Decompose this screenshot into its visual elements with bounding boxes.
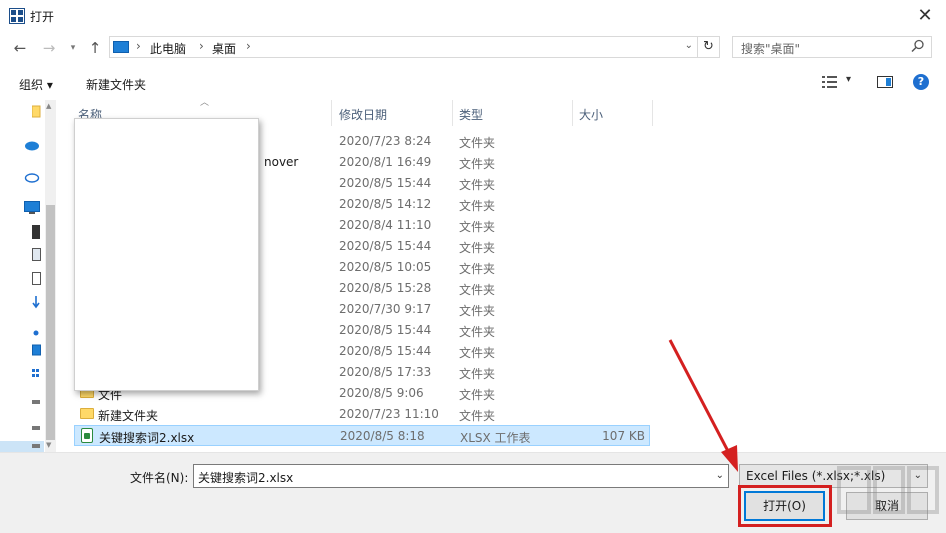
file-type: 文件夹 [459, 262, 496, 276]
search-input[interactable]: 搜索"桌面" [732, 36, 932, 58]
view-options-icon[interactable] [822, 75, 838, 89]
search-icon [911, 39, 924, 53]
onedrive-cloud-icon[interactable] [24, 138, 40, 152]
file-type: 文件夹 [459, 409, 496, 423]
app-grid-icon [9, 8, 25, 24]
file-date: 2020/8/4 11:10 [339, 218, 432, 232]
filename-label: 文件名(N): [130, 471, 189, 485]
this-pc-icon[interactable] [24, 201, 40, 215]
file-date: 2020/7/30 9:17 [339, 302, 432, 316]
file-name: nover [264, 155, 299, 169]
column-divider[interactable] [452, 100, 453, 126]
refresh-icon[interactable]: ↻ [698, 36, 720, 58]
file-date: 2020/8/5 15:28 [339, 281, 432, 295]
cloud-sync-icon[interactable] [24, 170, 40, 184]
window-title: 打开 [30, 10, 55, 24]
back-arrow-icon[interactable]: ← [11, 39, 29, 57]
breadcrumb-separator-icon[interactable]: › [199, 39, 204, 53]
file-date: 2020/7/23 11:10 [339, 407, 439, 421]
file-type: XLSX 工作表 [460, 431, 531, 445]
scroll-down-arrow-icon[interactable]: ▼ [46, 441, 51, 449]
file-type: 文件夹 [459, 283, 496, 297]
file-type: 文件夹 [459, 220, 496, 234]
file-type: 文件夹 [459, 388, 496, 402]
column-divider[interactable] [652, 100, 653, 126]
xlsx-file-icon [81, 428, 93, 443]
computer-icon [113, 41, 129, 53]
file-row[interactable]: 新建文件夹 2020/7/23 11:10 文件夹 [74, 404, 650, 425]
file-type: 文件夹 [459, 178, 496, 192]
file-type: 文件夹 [459, 346, 496, 360]
file-date: 2020/8/5 8:18 [340, 429, 425, 443]
file-type: 文件夹 [459, 136, 496, 150]
forward-arrow-icon[interactable]: → [40, 39, 58, 57]
file-type: 文件夹 [459, 199, 496, 213]
help-icon[interactable]: ? [913, 74, 929, 90]
file-date: 2020/8/5 15:44 [339, 239, 432, 253]
folder-icon [80, 408, 94, 419]
file-type: 文件夹 [459, 325, 496, 339]
file-date: 2020/8/5 9:06 [339, 386, 424, 400]
breadcrumb-this-pc[interactable]: 此电脑 [150, 40, 186, 57]
file-date: 2020/8/1 16:49 [339, 155, 432, 169]
column-divider[interactable] [572, 100, 573, 126]
search-placeholder: 搜索"桌面" [741, 42, 801, 56]
file-date: 2020/8/5 14:12 [339, 197, 432, 211]
file-name: 新建文件夹 [98, 409, 159, 423]
file-row[interactable]: 关键搜索词2.xlsx 2020/8/5 8:18 XLSX 工作表 107 KB [74, 425, 650, 446]
file-type: 文件夹 [459, 241, 496, 255]
command-toolbar: 组织 ▾ 新建文件夹 [0, 66, 946, 100]
breadcrumb-separator-icon[interactable]: › [136, 39, 141, 53]
title-bar: 打开 ✕ [0, 0, 946, 32]
file-date: 2020/7/23 8:24 [339, 134, 432, 148]
file-date: 2020/8/5 15:44 [339, 176, 432, 190]
filename-value[interactable]: 关键搜索词2.xlsx [198, 469, 293, 486]
open-button-highlight-box [738, 485, 832, 527]
file-type: 文件夹 [459, 157, 496, 171]
file-size: 107 KB [602, 429, 645, 443]
file-type: 文件夹 [459, 367, 496, 381]
address-dropdown-icon[interactable]: ⌄ [685, 40, 693, 51]
nav-scrollbar-thumb[interactable] [46, 205, 55, 440]
filename-dropdown-icon[interactable]: ⌄ [716, 470, 724, 481]
watermark-logo-icon [837, 466, 939, 514]
breadcrumb-desktop[interactable]: 桌面 [212, 40, 236, 57]
organize-menu[interactable]: 组织 ▾ [19, 76, 53, 93]
column-divider[interactable] [331, 100, 332, 126]
file-date: 2020/8/5 17:33 [339, 365, 432, 379]
file-date: 2020/8/5 10:05 [339, 260, 432, 274]
view-dropdown-chevron-icon[interactable]: ▾ [846, 74, 851, 85]
column-size[interactable]: 大小 [579, 106, 603, 123]
column-type[interactable]: 类型 [459, 106, 483, 123]
recent-locations-chevron-icon[interactable]: ▾ [64, 39, 82, 57]
new-folder-button[interactable]: 新建文件夹 [86, 76, 146, 93]
up-arrow-icon[interactable]: ↑ [86, 39, 104, 57]
breadcrumb-separator-icon[interactable]: › [246, 39, 251, 53]
preview-pane-icon[interactable] [877, 76, 893, 88]
scroll-up-arrow-icon[interactable]: ▲ [46, 102, 51, 110]
close-icon[interactable]: ✕ [914, 5, 936, 27]
filename-input[interactable]: 关键搜索词2.xlsx ⌄ [193, 464, 729, 488]
column-date[interactable]: 修改日期 [339, 106, 387, 123]
file-name: 关键搜索词2.xlsx [99, 431, 195, 445]
file-date: 2020/8/5 15:44 [339, 323, 432, 337]
address-bar[interactable]: › 此电脑 › 桌面 › ⌄ [109, 36, 698, 58]
file-date: 2020/8/5 15:44 [339, 344, 432, 358]
file-type: 文件夹 [459, 304, 496, 318]
tooltip-popup [74, 118, 259, 391]
